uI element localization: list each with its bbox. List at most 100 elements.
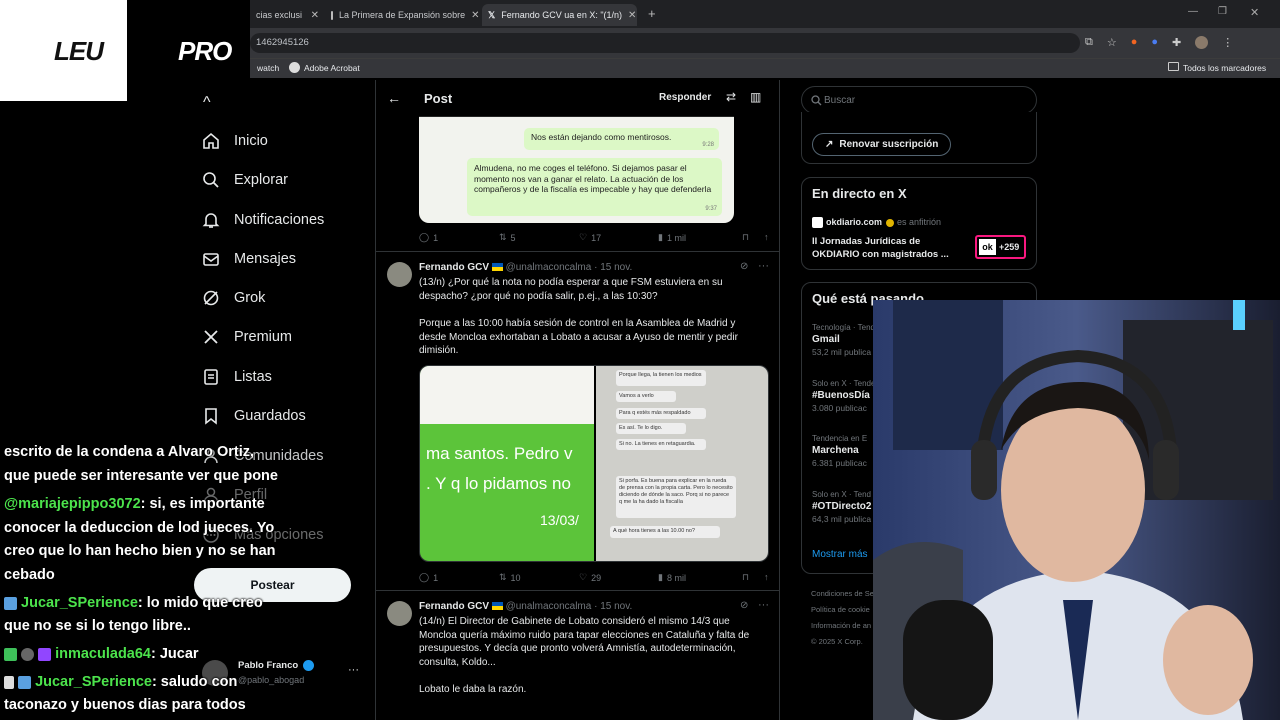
views-action[interactable]: ▮ 1 mil [658, 232, 742, 243]
x-logo-icon[interactable]: ^ [203, 94, 211, 112]
tweet-author: Fernando GCV @unalmaconcalma · 15 nov. [419, 262, 632, 273]
author-handle[interactable]: @unalmaconcalma [506, 601, 592, 612]
bookmark-icon[interactable]: ⊓ [742, 232, 764, 243]
bookmark-item[interactable]: Adobe Acrobat [304, 63, 360, 73]
renew-subscription-button[interactable]: ↗ Renovar suscripción [812, 133, 952, 156]
nav-premium[interactable]: Premium [202, 328, 292, 346]
chat-line: creo que lo han hecho bien y no se han [4, 543, 276, 559]
bookmark-icon[interactable]: ⊓ [742, 572, 764, 583]
maximize-icon[interactable]: ❐ [1218, 6, 1227, 17]
tweet-text: Porque a las 10:00 había sesión de contr… [419, 318, 738, 356]
browser-tab[interactable]: La Primera de Expansión sobre ✕ [325, 4, 480, 26]
close-icon[interactable]: ✕ [628, 10, 636, 21]
reply-action[interactable]: ◯ 1 [419, 232, 499, 243]
chat-username: Jucar_SPerience [21, 595, 138, 611]
footer-link[interactable]: Condiciones de Se [811, 586, 874, 602]
more-icon[interactable]: ··· [758, 599, 769, 611]
puzzle-icon[interactable]: ✚ [1172, 36, 1181, 49]
media-image-left[interactable]: ma santos. Pedro v . Y q lo pidamos no 1… [420, 366, 594, 561]
window-close-icon[interactable]: ✕ [1250, 6, 1259, 19]
avatar[interactable] [387, 262, 412, 287]
reply-button[interactable]: Responder [659, 92, 711, 103]
tweet-media[interactable]: ma santos. Pedro v . Y q lo pidamos no 1… [419, 365, 769, 562]
reader-view-icon[interactable]: ▥ [750, 90, 761, 104]
tweet-date[interactable]: · 15 nov. [594, 601, 632, 612]
close-icon[interactable]: ✕ [311, 10, 319, 21]
tweet-date[interactable]: · 15 nov. [594, 262, 632, 273]
nav-notifications[interactable]: Notificaciones [202, 211, 324, 229]
nav-home[interactable]: Inicio [202, 132, 268, 150]
search-input[interactable]: Buscar [824, 95, 855, 106]
nav-bookmarks[interactable]: Guardados [202, 407, 306, 425]
badge-icon [38, 647, 52, 661]
reply-action[interactable]: ◯ 1 [419, 572, 499, 583]
live-host[interactable]: okdiario.com [826, 217, 882, 227]
views-icon: ▮ [658, 572, 663, 582]
nav-grok[interactable]: Grok [202, 289, 265, 307]
folder-icon [1168, 62, 1179, 71]
avatar[interactable] [387, 601, 412, 626]
repost-action[interactable]: ⇅ 5 [499, 232, 579, 243]
author-name[interactable]: Fernando GCV [419, 262, 489, 273]
grok-icon[interactable]: ⊘ [740, 600, 748, 611]
share-icon[interactable]: ↑ [764, 572, 769, 583]
repost-action[interactable]: ⇅ 10 [499, 572, 579, 583]
tweet-actions: ◯ 1 ⇅ 5 ♡ 17 ▮ 1 mil ⊓ ↑ [419, 232, 769, 243]
tweet-text: (14/n) El Director de Gabinete de Lobato… [419, 616, 750, 668]
media-image-right[interactable]: Porque llega, la tienen los medios Vamos… [596, 366, 768, 561]
browser-tab-bar: cias exclusi ✕ La Primera de Expansión s… [250, 0, 1280, 28]
tweet-text: Lobato le daba la razón. [419, 684, 527, 695]
chat-username: @mariajepippo3072 [4, 496, 141, 512]
filter-icon[interactable]: ⇄ [726, 90, 736, 104]
tweet[interactable]: Fernando GCV @unalmaconcalma · 15 nov. ⊘… [376, 591, 779, 720]
share-icon[interactable]: ↑ [764, 232, 769, 243]
reply-count: 1 [433, 232, 439, 243]
browser-extensions: ⧉ ☆ ● ● ✚ ⋮ [1085, 36, 1233, 49]
heart-icon: ♡ [579, 232, 588, 242]
install-icon[interactable]: ⧉ [1085, 36, 1093, 49]
post-feed: ← Post Responder ⇄ ▥ Nos están dejando c… [375, 80, 780, 720]
back-arrow-icon[interactable]: ← [387, 90, 401, 106]
tweet[interactable]: Fernando GCV @unalmaconcalma · 15 nov. ⊘… [376, 252, 779, 592]
like-action[interactable]: ♡ 17 [579, 232, 658, 243]
star-icon[interactable]: ☆ [1107, 36, 1117, 49]
x-logo-icon [204, 330, 218, 344]
nav-lists[interactable]: Listas [202, 368, 272, 386]
author-name[interactable]: Fernando GCV [419, 601, 489, 612]
all-bookmarks[interactable]: Todos los marcadores [1183, 63, 1266, 73]
browser-tab-active[interactable]: 𝕏 Fernando GCV ua en X: "(1/n) ✕ [482, 4, 637, 26]
avatar[interactable] [1195, 36, 1209, 49]
search-box[interactable]: Buscar [801, 86, 1037, 114]
url-bar[interactable]: 1462945126 [250, 33, 1080, 53]
url-text: 1462945126 [256, 37, 309, 48]
bookmark-item[interactable]: watch [257, 63, 279, 73]
more-icon[interactable]: ··· [348, 664, 359, 676]
new-tab-icon[interactable]: + [648, 6, 656, 21]
chat-line: que puede ser interesante ver que pone [4, 468, 278, 484]
tweet-image[interactable]: Nos están dejando como mentirosos. 9:28 … [419, 116, 734, 223]
badge-icon [4, 647, 17, 661]
browser-tab[interactable]: cias exclusi ✕ [250, 4, 325, 26]
menu-icon[interactable]: ⋮ [1222, 36, 1233, 49]
more-icon[interactable]: ··· [758, 260, 769, 272]
home-icon [203, 132, 219, 149]
chat-text: : saludo con [151, 674, 238, 690]
extension-icon[interactable]: ● [1131, 36, 1138, 49]
footer-link[interactable]: Política de cookie [811, 602, 874, 618]
nav-messages[interactable]: Mensajes [202, 250, 296, 268]
views-action[interactable]: ▮ 8 mil [658, 572, 742, 583]
nav-label: Listas [234, 369, 272, 385]
author-handle[interactable]: @unalmaconcalma [506, 262, 592, 273]
live-event[interactable]: II Jornadas Jurídicas de OKDIARIO con ma… [812, 235, 962, 261]
repost-count: 10 [510, 572, 521, 583]
like-action[interactable]: ♡ 29 [579, 572, 658, 583]
grok-icon[interactable]: ⊘ [740, 261, 748, 272]
premium-card: ↗ Renovar suscripción [801, 112, 1037, 164]
footer-link[interactable]: Información de an [811, 618, 874, 634]
nav-explore[interactable]: Explorar [202, 171, 288, 189]
close-icon[interactable]: ✕ [471, 10, 479, 21]
extension-icon[interactable]: ● [1151, 36, 1158, 49]
minimize-icon[interactable]: — [1188, 6, 1198, 17]
show-more-link[interactable]: Mostrar más [812, 549, 868, 560]
live-listeners[interactable]: ok +259 [975, 235, 1026, 259]
